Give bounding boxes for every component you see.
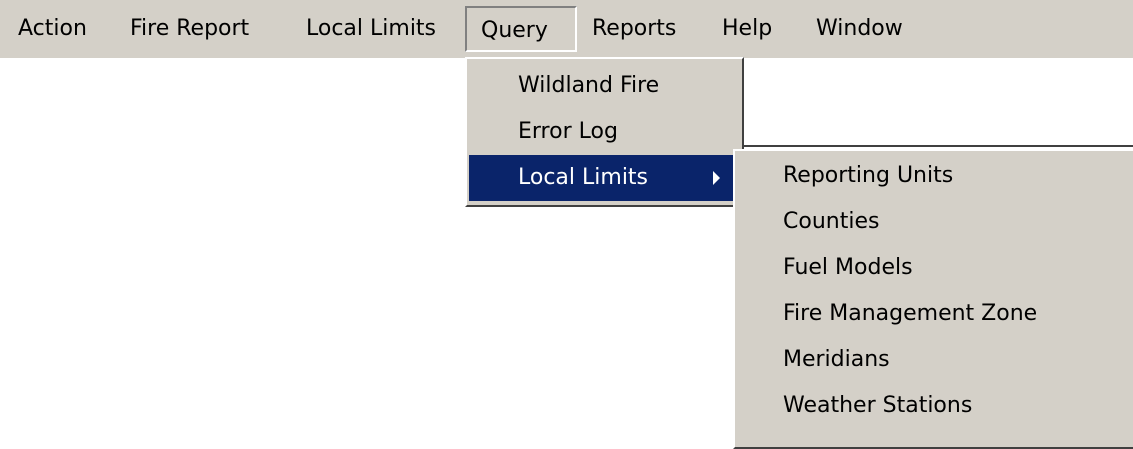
submenu-item-label: Weather Stations <box>783 393 973 418</box>
triangle-right-icon <box>713 171 720 185</box>
submenu-item-label: Fuel Models <box>783 255 913 280</box>
submenu-item-counties[interactable]: Counties <box>737 199 1133 245</box>
local-limits-submenu: Reporting Units Counties Fuel Models Fir… <box>733 149 1133 449</box>
menu-local-limits[interactable]: Local Limits <box>306 0 436 58</box>
query-dropdown-menu: Wildland Fire Error Log Local Limits <box>465 57 744 207</box>
menu-item-label: Wildland Fire <box>518 73 660 98</box>
submenu-item-weather-stations[interactable]: Weather Stations <box>737 383 1133 429</box>
menu-action[interactable]: Action <box>18 0 87 58</box>
submenu-item-label: Counties <box>783 209 880 234</box>
menu-item-local-limits[interactable]: Local Limits <box>469 155 740 201</box>
menu-item-label: Local Limits <box>518 165 649 190</box>
background-window <box>740 58 1133 147</box>
submenu-item-label: Meridians <box>783 347 890 372</box>
menu-item-error-log[interactable]: Error Log <box>469 109 740 155</box>
menu-item-wildland-fire[interactable]: Wildland Fire <box>469 63 740 109</box>
submenu-item-label: Reporting Units <box>783 163 954 188</box>
submenu-item-label: Fire Management Zone <box>783 301 1038 326</box>
menu-help[interactable]: Help <box>722 0 772 58</box>
submenu-item-fire-management-zone[interactable]: Fire Management Zone <box>737 291 1133 337</box>
menu-window[interactable]: Window <box>816 0 903 58</box>
submenu-item-reporting-units[interactable]: Reporting Units <box>737 153 1133 199</box>
menu-item-label: Error Log <box>518 119 618 144</box>
menu-query[interactable]: Query <box>465 6 577 52</box>
menu-bar: Action Fire Report Local Limits Query Re… <box>0 0 1133 58</box>
submenu-item-fuel-models[interactable]: Fuel Models <box>737 245 1133 291</box>
menu-fire-report[interactable]: Fire Report <box>130 0 249 58</box>
menu-reports[interactable]: Reports <box>592 0 676 58</box>
submenu-item-meridians[interactable]: Meridians <box>737 337 1133 383</box>
